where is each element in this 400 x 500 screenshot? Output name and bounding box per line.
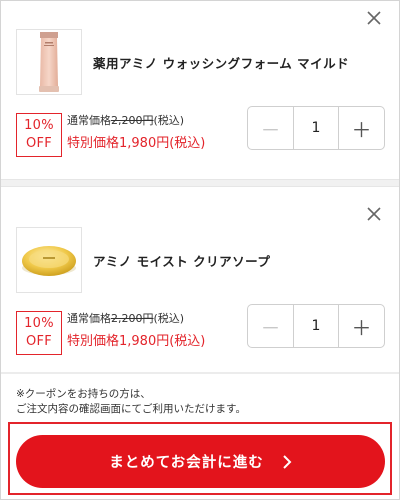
soap-product-image: [22, 246, 76, 276]
regular-price-label: 通常価格: [67, 312, 111, 325]
regular-price-amount: 2,200円: [111, 114, 154, 127]
product-name[interactable]: 薬用アミノ ウォッシングフォーム マイルド: [93, 53, 349, 72]
quantity-stepper: － 1 ＋: [247, 106, 385, 150]
coupon-note: ※クーポンをお持ちの方は、 ご注文内容の確認画面にてご利用いただけます。: [16, 387, 386, 417]
coupon-note-line: ご注文内容の確認画面にてご利用いただけます。: [16, 403, 246, 415]
discount-percent: 10%: [24, 118, 54, 133]
regular-price: 通常価格2,200円(税込): [67, 311, 205, 327]
decrease-quantity-button[interactable]: －: [248, 107, 294, 149]
increase-quantity-button[interactable]: ＋: [338, 305, 384, 347]
sale-price: 特別価格1,980円(税込): [67, 334, 206, 349]
price-block: 通常価格2,200円(税込) 特別価格1,980円(税込): [67, 113, 205, 155]
cart-panel: 薬用アミノ ウォッシングフォーム マイルド 10% OFF 通常価格2,200円…: [0, 0, 400, 500]
regular-price-label: 通常価格: [67, 114, 111, 127]
remove-item-button[interactable]: [365, 205, 383, 223]
discount-off-label: OFF: [25, 334, 53, 349]
tube-product-image: [39, 32, 59, 92]
cart-item: 薬用アミノ ウォッシングフォーム マイルド 10% OFF 通常価格2,200円…: [1, 1, 399, 179]
discount-percent: 10%: [24, 316, 54, 331]
close-icon: [367, 11, 381, 25]
sale-price: 特別価格1,980円(税込): [67, 136, 206, 151]
checkout-button-label: まとめてお会計に進む: [109, 455, 264, 471]
discount-off-label: OFF: [25, 136, 53, 151]
regular-price-tax: (税込): [153, 114, 185, 127]
section-divider: [1, 372, 399, 374]
item-divider: [1, 179, 399, 187]
regular-price: 通常価格2,200円(税込): [67, 113, 205, 129]
coupon-note-line: ※クーポンをお持ちの方は、: [16, 388, 151, 400]
regular-price-tax: (税込): [153, 312, 185, 325]
discount-badge: 10% OFF: [16, 311, 62, 355]
chevron-right-icon: [282, 454, 292, 469]
remove-item-button[interactable]: [365, 9, 383, 27]
close-icon: [367, 207, 381, 221]
quantity-value[interactable]: 1: [294, 107, 338, 149]
cart-item: アミノ モイスト クリアソープ 10% OFF 通常価格2,200円(税込) 特…: [1, 187, 399, 371]
regular-price-amount: 2,200円: [111, 312, 154, 325]
increase-quantity-button[interactable]: ＋: [338, 107, 384, 149]
discount-badge: 10% OFF: [16, 113, 62, 157]
decrease-quantity-button[interactable]: －: [248, 305, 294, 347]
product-name[interactable]: アミノ モイスト クリアソープ: [93, 251, 270, 270]
price-block: 通常価格2,200円(税込) 特別価格1,980円(税込): [67, 311, 205, 353]
product-thumbnail[interactable]: [16, 227, 82, 293]
checkout-button[interactable]: まとめてお会計に進む: [16, 435, 385, 488]
quantity-stepper: － 1 ＋: [247, 304, 385, 348]
product-thumbnail[interactable]: [16, 29, 82, 95]
quantity-value[interactable]: 1: [294, 305, 338, 347]
